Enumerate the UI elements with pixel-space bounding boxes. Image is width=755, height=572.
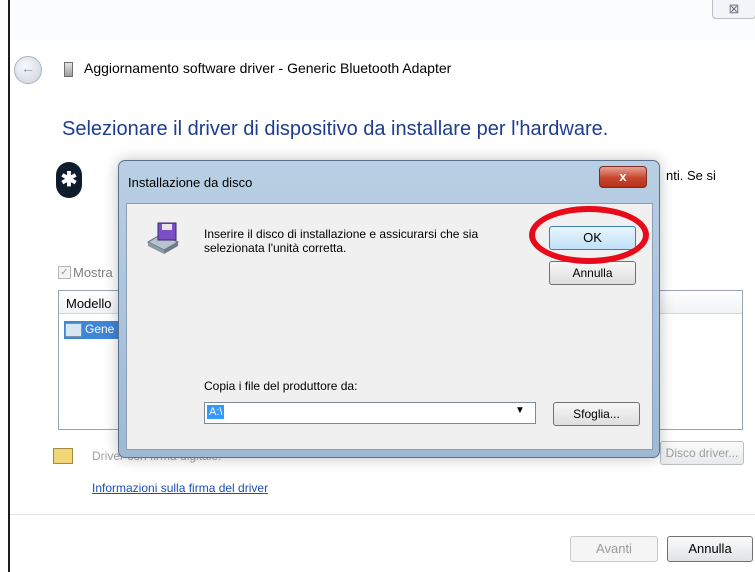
show-compatible-label: Mostra — [73, 265, 113, 280]
source-path-value[interactable]: A:\ — [207, 405, 225, 419]
ok-highlight-circle — [529, 206, 649, 264]
instruction-text-fragment: nti. Se si — [666, 168, 716, 183]
dropdown-arrow-icon[interactable]: ▼ — [515, 405, 525, 416]
have-disk-button[interactable]: Disco driver... — [660, 441, 744, 465]
dialog-close-button[interactable]: x — [599, 166, 647, 188]
adapter-icon — [65, 323, 82, 337]
list-item-label: Gene — [85, 322, 115, 336]
wizard-title: Aggiornamento software driver - Generic … — [84, 60, 452, 76]
page-heading: Selezionare il driver di dispositivo da … — [62, 118, 609, 140]
certificate-icon — [53, 448, 73, 464]
model-column-header[interactable]: Modello — [66, 296, 112, 311]
signature-info-link[interactable]: Informazioni sulla firma del driver — [92, 481, 268, 495]
dialog-cancel-button[interactable]: Annulla — [549, 261, 636, 285]
browse-button[interactable]: Sfoglia... — [553, 402, 640, 426]
dialog-title: Installazione da disco — [128, 175, 253, 190]
next-button[interactable]: Avanti — [570, 536, 658, 562]
back-arrow-icon: ← — [21, 60, 35, 76]
floppy-disk-icon — [146, 222, 180, 254]
show-compatible-checkbox[interactable]: ✓ — [58, 266, 71, 279]
bluetooth-icon: ✱ — [56, 162, 82, 198]
window-edge — [8, 0, 10, 572]
dialog-message: Inserire il disco di installazione e ass… — [204, 227, 479, 255]
wizard-close-button[interactable]: ⊠ — [712, 0, 755, 19]
cancel-button[interactable]: Annulla — [667, 536, 753, 562]
wizard-title-area — [10, 0, 755, 40]
footer-divider — [10, 514, 755, 515]
source-path-combobox[interactable] — [204, 402, 536, 424]
device-icon — [64, 62, 73, 77]
copy-from-label: Copia i file del produttore da: — [204, 379, 358, 393]
